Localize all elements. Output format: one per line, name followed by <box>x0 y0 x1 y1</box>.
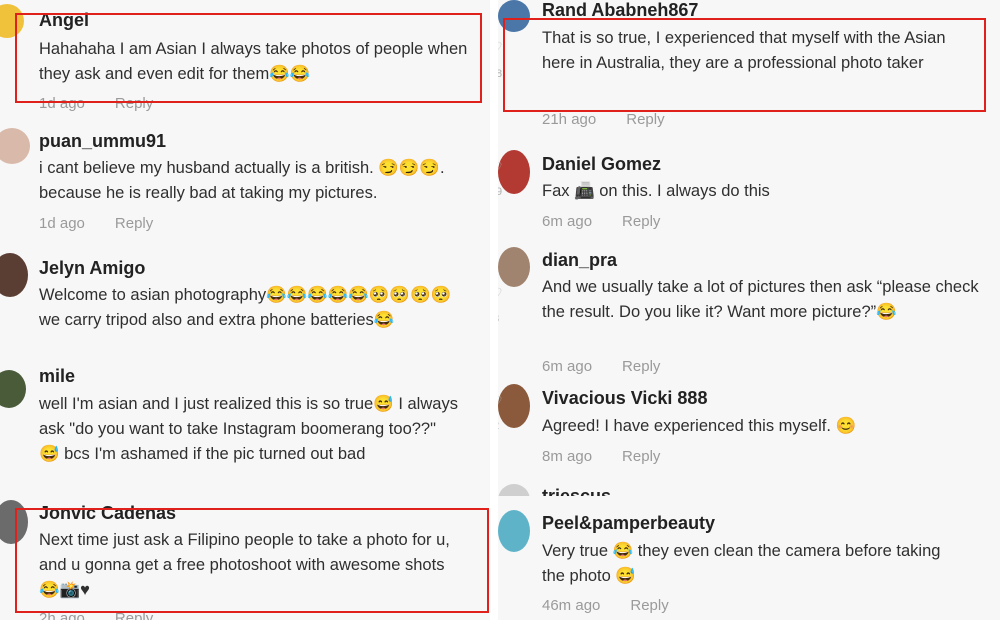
comment-text: Welcome to asian photography😂😂😂😂😂🥺🥺🥺🥺 we… <box>39 286 452 329</box>
comment-meta: 8m ago Reply <box>542 448 660 465</box>
comment-meta: 6m ago Reply <box>542 358 660 375</box>
comment-time: 6m ago <box>542 358 593 375</box>
avatar[interactable] <box>0 500 28 544</box>
comment-text: That is so true, I experienced that myse… <box>542 29 946 72</box>
comment-panel-left: Angel Hahahaha I am Asian I always take … <box>0 0 490 620</box>
reply-button[interactable]: Reply <box>630 597 668 614</box>
reply-button[interactable]: Reply <box>622 358 660 375</box>
heart-icon[interactable]: ♡ <box>498 286 504 300</box>
comment-text: i cant believe my husband actually is a … <box>39 159 445 202</box>
panel-divider <box>490 0 498 620</box>
comment-meta: 21h ago Reply <box>542 111 665 128</box>
avatar[interactable] <box>498 484 530 496</box>
comment-text: Hahahaha I am Asian I always take photos… <box>39 40 468 83</box>
comment-username[interactable]: Vivacious Vicki 888 <box>542 388 707 409</box>
comment-username[interactable]: triescus <box>542 486 611 496</box>
avatar[interactable] <box>498 0 530 32</box>
comment-time: 1d ago <box>39 215 85 232</box>
comment-time: 46m ago <box>542 597 601 614</box>
comment-username[interactable]: Jelyn Amigo <box>39 258 145 279</box>
comment-username[interactable]: Rand Ababneh867 <box>542 0 698 21</box>
avatar[interactable] <box>0 253 28 297</box>
comment-meta: 2h ago Reply <box>39 610 153 620</box>
comment-username[interactable]: Angel <box>39 10 89 31</box>
reply-button[interactable]: Reply <box>622 213 660 230</box>
comment-username[interactable]: Peel&pamperbeauty <box>542 513 715 534</box>
reply-button[interactable]: Reply <box>626 111 664 128</box>
reply-button[interactable]: Reply <box>115 610 153 620</box>
avatar[interactable] <box>0 4 24 38</box>
comment-time: 21h ago <box>542 111 597 128</box>
comment-text: well I'm asian and I just realized this … <box>39 395 458 463</box>
like-count: 38 <box>498 68 503 80</box>
comment-meta: 46m ago Reply <box>542 597 669 614</box>
avatar[interactable] <box>0 370 26 408</box>
comment-text: Agreed! I have experienced this myself. … <box>542 417 857 435</box>
comment-item: triescus <box>498 484 1000 496</box>
avatar[interactable] <box>498 510 530 552</box>
comment-username[interactable]: Daniel Gomez <box>542 154 661 175</box>
comment-username[interactable]: dian_pra <box>542 250 617 271</box>
comment-username[interactable]: mile <box>39 366 75 387</box>
comment-time: 2h ago <box>39 610 85 620</box>
comment-meta: 1d ago Reply <box>39 215 153 232</box>
heart-icon[interactable]: ♡ <box>498 40 504 54</box>
comment-meta: 6m ago Reply <box>542 213 660 230</box>
comment-meta: 1d ago Reply <box>39 95 153 112</box>
comment-text: Next time just ask a Filipino people to … <box>39 531 450 599</box>
avatar[interactable] <box>498 247 530 287</box>
comment-text: Very true 😂 they even clean the camera b… <box>542 542 941 585</box>
heart-icon[interactable]: ♡ <box>498 394 504 408</box>
comment-text: And we usually take a lot of pictures th… <box>542 278 979 321</box>
like-count: 2 <box>498 420 504 432</box>
comment-text: Fax 📠 on this. I always do this <box>542 182 770 200</box>
avatar[interactable] <box>0 128 30 164</box>
comment-panel-right: Rand Ababneh867 ♡ 38 That is so true, I … <box>498 0 1000 620</box>
comment-time: 8m ago <box>542 448 593 465</box>
heart-icon[interactable]: ♡ <box>498 160 504 174</box>
comment-time: 6m ago <box>542 213 593 230</box>
like-count: 29 <box>498 186 503 198</box>
comment-username[interactable]: puan_ummu91 <box>39 131 166 152</box>
reply-button[interactable]: Reply <box>115 215 153 232</box>
like-count: 8 <box>498 313 504 325</box>
reply-button[interactable]: Reply <box>622 448 660 465</box>
reply-button[interactable]: Reply <box>115 95 153 112</box>
comment-time: 1d ago <box>39 95 85 112</box>
comment-username[interactable]: Jonvic Cadenas <box>39 503 176 524</box>
